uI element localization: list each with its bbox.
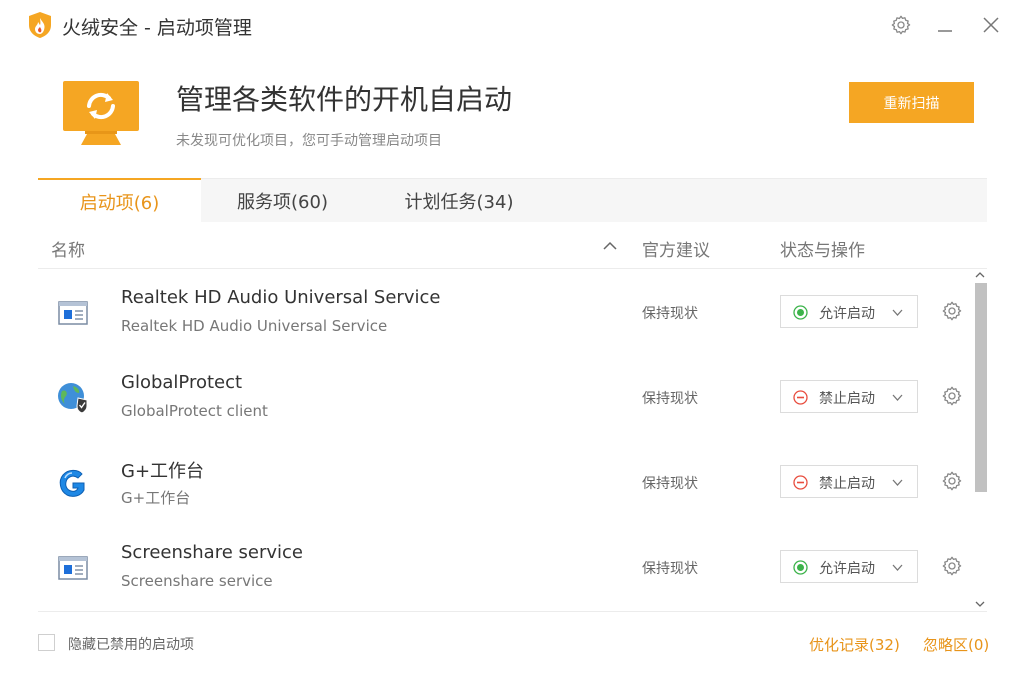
row-advice: 保持现状 [642, 476, 698, 492]
scroll-up-arrow-icon[interactable] [974, 270, 986, 280]
row-title: Realtek HD Audio Universal Service [121, 287, 441, 308]
window-close-button[interactable] [978, 12, 1004, 38]
status-label: 禁止启动 [819, 391, 875, 407]
hide-disabled-checkbox[interactable] [38, 634, 55, 651]
tab-services[interactable]: 服务项(60) [201, 179, 364, 223]
scroll-down-arrow-icon[interactable] [974, 599, 986, 609]
window-settings-button[interactable] [888, 12, 914, 38]
chevron-down-icon [892, 394, 903, 401]
globe-shield-icon [58, 383, 88, 414]
blocked-status-icon [793, 475, 808, 490]
column-header-status: 状态与操作 [780, 241, 865, 261]
status-label: 禁止启动 [819, 476, 875, 492]
table-row: Screenshare service Screenshare service … [38, 524, 968, 609]
table-row: G+工作台 G+工作台 保持现状 禁止启动 [38, 439, 968, 524]
row-settings-gear-icon[interactable] [941, 555, 963, 577]
row-advice: 保持现状 [642, 391, 698, 407]
status-dropdown[interactable]: 允许启动 [780, 550, 918, 583]
page-subtitle: 未发现可优化项目，您可手动管理启动项目 [176, 133, 442, 149]
row-description: G+工作台 [121, 489, 191, 507]
close-icon [983, 17, 999, 33]
row-advice: 保持现状 [642, 306, 698, 322]
tab-startup-items[interactable]: 启动项(6) [38, 178, 201, 223]
ignore-zone-link[interactable]: 忽略区(0) [923, 634, 989, 655]
rescan-button[interactable]: 重新扫描 [849, 82, 974, 123]
table-row: Realtek HD Audio Universal Service Realt… [38, 269, 968, 354]
row-title: Screenshare service [121, 542, 303, 563]
tab-bar: 启动项(6) 服务项(60) 计划任务(34) [38, 178, 987, 223]
service-window-icon [58, 301, 88, 325]
column-header-advice: 官方建议 [642, 241, 710, 261]
minimize-icon [938, 30, 952, 32]
g-plus-logo-icon [59, 469, 85, 497]
row-description: Screenshare service [121, 572, 273, 590]
chevron-down-icon [892, 564, 903, 571]
status-dropdown[interactable]: 禁止启动 [780, 465, 918, 498]
row-title: G+工作台 [121, 461, 205, 482]
blocked-status-icon [793, 390, 808, 405]
chevron-down-icon [892, 309, 903, 316]
hide-disabled-label[interactable]: 隐藏已禁用的启动项 [68, 634, 194, 654]
window-minimize-button[interactable] [932, 12, 958, 38]
column-header-name[interactable]: 名称 [51, 236, 85, 261]
gear-icon [891, 15, 911, 35]
title-bar: 火绒安全 - 启动项管理 [0, 0, 1025, 50]
allowed-status-icon [793, 560, 808, 575]
table-row: GlobalProtect GlobalProtect client 保持现状 … [38, 354, 968, 439]
window-title: 火绒安全 - 启动项管理 [62, 17, 252, 39]
page-title: 管理各类软件的开机自启动 [176, 83, 513, 116]
row-description: Realtek HD Audio Universal Service [121, 317, 388, 335]
monitor-refresh-icon [63, 81, 139, 145]
tab-scheduled-tasks[interactable]: 计划任务(34) [364, 179, 554, 223]
row-title: GlobalProtect [121, 372, 243, 393]
scrollbar-thumb[interactable] [975, 283, 987, 492]
row-settings-gear-icon[interactable] [941, 385, 963, 407]
row-advice: 保持现状 [642, 561, 698, 577]
status-dropdown[interactable]: 禁止启动 [780, 380, 918, 413]
row-description: GlobalProtect client [121, 402, 268, 420]
status-dropdown[interactable]: 允许启动 [780, 295, 918, 328]
list-divider [38, 611, 987, 612]
service-window-icon [58, 556, 88, 580]
chevron-down-icon [892, 479, 903, 486]
status-label: 允许启动 [819, 561, 875, 577]
allowed-status-icon [793, 305, 808, 320]
status-label: 允许启动 [819, 306, 875, 322]
optimization-history-link[interactable]: 优化记录(32) [809, 634, 900, 655]
sort-ascending-icon[interactable] [602, 238, 618, 254]
row-settings-gear-icon[interactable] [941, 470, 963, 492]
huorong-shield-logo [29, 12, 51, 38]
row-settings-gear-icon[interactable] [941, 300, 963, 322]
